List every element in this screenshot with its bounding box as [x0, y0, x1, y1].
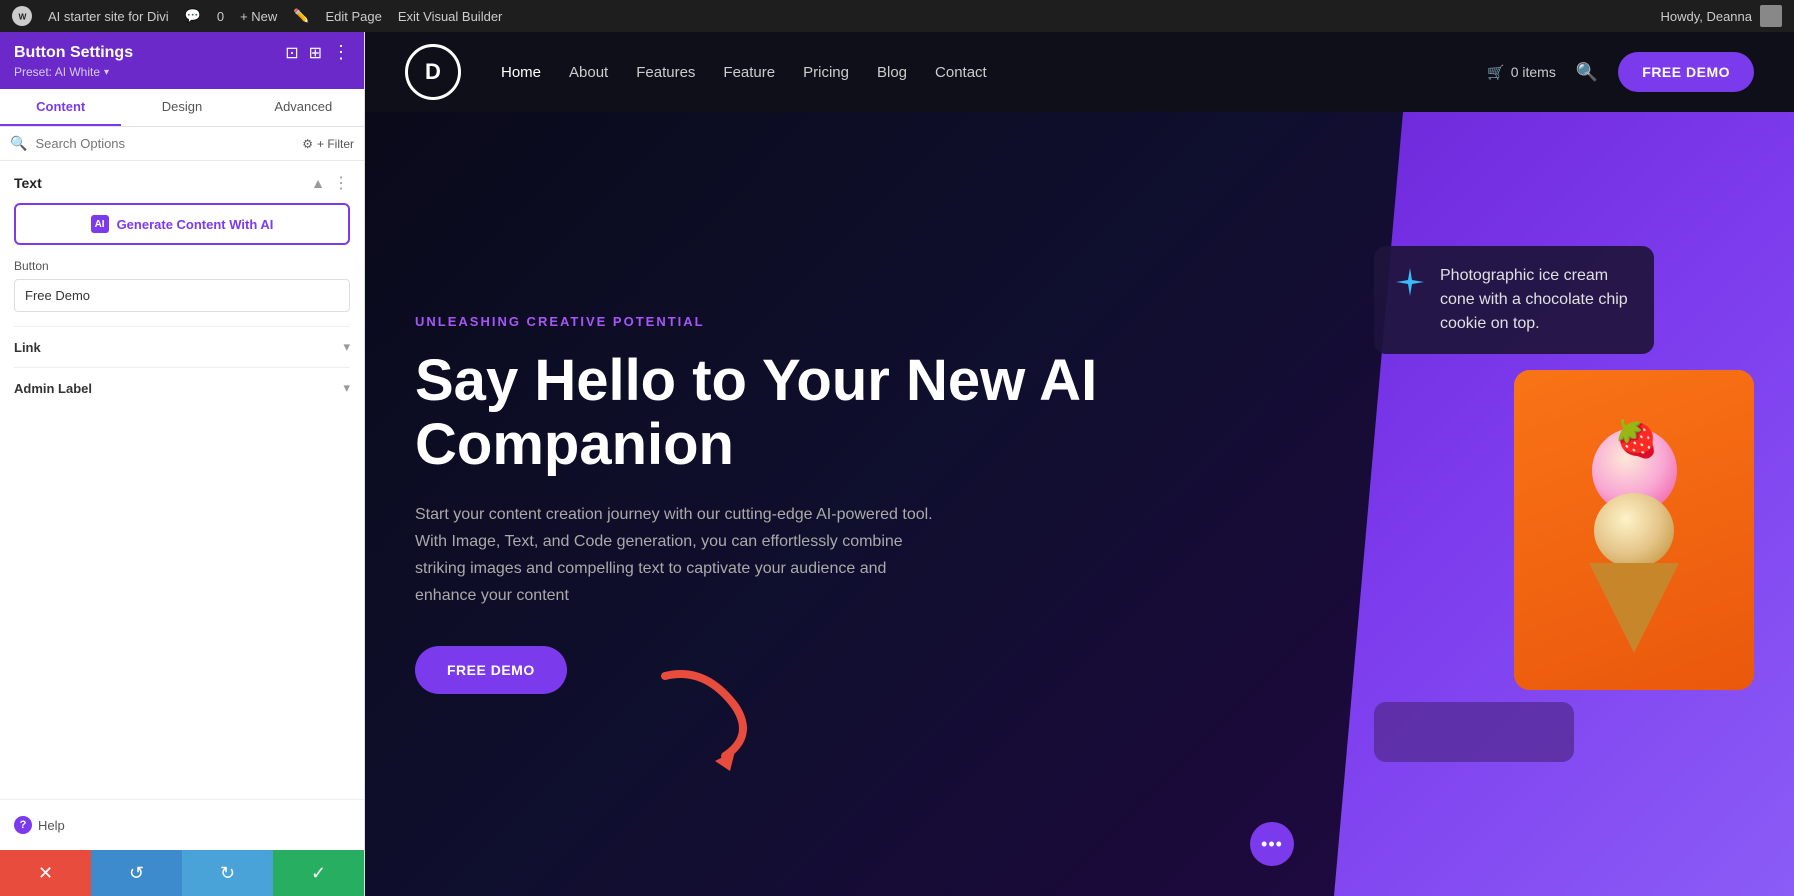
- hero-tagline: UNLEASHING CREATIVE POTENTIAL: [415, 314, 1284, 329]
- tab-content[interactable]: Content: [0, 89, 121, 126]
- layout-icon[interactable]: ⊞: [309, 43, 322, 63]
- hero-description: Start your content creation journey with…: [415, 501, 935, 610]
- nav-links: Home About Features Feature Pricing Blog…: [501, 64, 1487, 81]
- help-section: ? Help: [0, 799, 364, 850]
- nav-contact[interactable]: Contact: [935, 64, 987, 81]
- more-options-icon[interactable]: ⋮: [332, 42, 350, 63]
- cart-button[interactable]: 🛒 0 items: [1487, 64, 1556, 81]
- sidebar-content: Text ▲ ⋮ AI Generate Content With AI But…: [0, 161, 364, 799]
- nav-pricing[interactable]: Pricing: [803, 64, 849, 81]
- search-icon[interactable]: 🔍: [1576, 62, 1598, 83]
- floating-menu-button[interactable]: •••: [1250, 822, 1294, 866]
- button-field-group: Button: [14, 259, 350, 326]
- preset-selector[interactable]: Preset: AI White ▾: [14, 65, 350, 79]
- content-area: D Home About Features Feature Pricing Bl…: [365, 32, 1794, 896]
- ai-icon: AI: [91, 215, 109, 233]
- help-label[interactable]: Help: [38, 818, 65, 833]
- dots-icon: •••: [1261, 834, 1283, 855]
- tab-advanced[interactable]: Advanced: [243, 89, 364, 126]
- site-name[interactable]: AI starter site for Divi: [48, 9, 169, 24]
- site-logo[interactable]: D: [405, 44, 461, 100]
- text-section-title: Text: [14, 175, 42, 191]
- edit-page-icon: ✏️: [293, 8, 309, 24]
- preset-chevron-icon: ▾: [104, 67, 109, 78]
- sidebar-header: Button Settings ⊡ ⊞ ⋮ Preset: AI White ▾: [0, 32, 364, 89]
- comment-count[interactable]: 0: [217, 9, 224, 24]
- comment-icon: 💬: [185, 8, 201, 24]
- user-avatar: [1760, 5, 1782, 27]
- sidebar-title: Button Settings: [14, 44, 133, 62]
- cancel-icon: ✕: [38, 863, 53, 884]
- wp-logo-icon[interactable]: W: [12, 6, 32, 26]
- filter-button[interactable]: ⚙ + Filter: [302, 137, 354, 151]
- confirm-icon: ✓: [311, 863, 326, 884]
- text-section-collapse-icon[interactable]: ▲: [311, 175, 325, 191]
- link-section-chevron-icon: ▾: [343, 339, 350, 355]
- user-menu[interactable]: Howdy, Deanna: [1660, 5, 1782, 27]
- new-button[interactable]: + New: [240, 9, 277, 24]
- redo-icon: ↻: [220, 863, 235, 884]
- settings-tabs: Content Design Advanced: [0, 89, 364, 127]
- bottom-placeholder-card: [1374, 702, 1574, 762]
- search-icon: 🔍: [10, 135, 27, 152]
- ai-star-icon: [1394, 266, 1426, 305]
- text-section-options-icon[interactable]: ⋮: [333, 173, 350, 193]
- resize-icon[interactable]: ⊡: [285, 43, 298, 63]
- admin-label-section: Admin Label ▾: [14, 367, 350, 408]
- button-field-label: Button: [14, 259, 350, 273]
- admin-label-chevron-icon: ▾: [343, 380, 350, 396]
- edit-page-button[interactable]: Edit Page: [325, 9, 381, 24]
- hero-left: UNLEASHING CREATIVE POTENTIAL Say Hello …: [365, 112, 1334, 896]
- wp-admin-bar: W AI starter site for Divi 💬 0 + New ✏️ …: [0, 0, 1794, 32]
- arrow-decoration: [645, 656, 765, 776]
- header-icon-group: ⊡ ⊞ ⋮: [285, 42, 350, 63]
- preset-label: Preset: AI White: [14, 65, 100, 79]
- confirm-button[interactable]: ✓: [273, 850, 364, 896]
- nav-blog[interactable]: Blog: [877, 64, 907, 81]
- ice-cream-card: 🍓: [1514, 370, 1754, 690]
- cart-icon: 🛒: [1487, 64, 1504, 81]
- bottom-action-bar: ✕ ↺ ↻ ✓: [0, 850, 364, 896]
- help-icon: ?: [14, 816, 32, 834]
- site-navigation: D Home About Features Feature Pricing Bl…: [365, 32, 1794, 112]
- filter-icon: ⚙: [302, 137, 313, 151]
- search-input[interactable]: [35, 136, 294, 151]
- svg-text:W: W: [19, 12, 27, 22]
- search-area: 🔍 ⚙ + Filter: [0, 127, 364, 161]
- nav-home[interactable]: Home: [501, 64, 541, 81]
- nav-about[interactable]: About: [569, 64, 608, 81]
- cart-count: 0 items: [1511, 64, 1556, 80]
- undo-button[interactable]: ↺: [91, 850, 182, 896]
- link-section-header[interactable]: Link ▾: [14, 339, 350, 355]
- hero-title: Say Hello to Your New AI Companion: [415, 349, 1284, 477]
- redo-button[interactable]: ↻: [182, 850, 273, 896]
- link-section: Link ▾: [14, 326, 350, 367]
- nav-feature[interactable]: Feature: [723, 64, 775, 81]
- hero-right: Photographic ice cream cone with a choco…: [1334, 112, 1794, 896]
- ai-tooltip-text: Photographic ice cream cone with a choco…: [1440, 264, 1634, 336]
- howdy-label: Howdy, Deanna: [1660, 9, 1752, 24]
- text-section-header: Text ▲ ⋮: [14, 173, 350, 193]
- hero-section: UNLEASHING CREATIVE POTENTIAL Say Hello …: [365, 112, 1794, 896]
- tab-design[interactable]: Design: [121, 89, 242, 126]
- strawberry-icon: 🍓: [1614, 418, 1659, 460]
- hero-card: Photographic ice cream cone with a choco…: [1354, 226, 1774, 782]
- link-section-title: Link: [14, 340, 41, 355]
- nav-right: 🛒 0 items 🔍 FREE DEMO: [1487, 52, 1754, 92]
- hero-cta-button[interactable]: FREE DEMO: [415, 646, 567, 694]
- settings-sidebar: Button Settings ⊡ ⊞ ⋮ Preset: AI White ▾…: [0, 32, 365, 896]
- undo-icon: ↺: [129, 863, 144, 884]
- ai-tooltip: Photographic ice cream cone with a choco…: [1374, 246, 1654, 354]
- generate-ai-button[interactable]: AI Generate Content With AI: [14, 203, 350, 245]
- cancel-button[interactable]: ✕: [0, 850, 91, 896]
- admin-label-header[interactable]: Admin Label ▾: [14, 380, 350, 396]
- admin-label-title: Admin Label: [14, 381, 92, 396]
- button-text-input[interactable]: [14, 279, 350, 312]
- nav-features[interactable]: Features: [636, 64, 695, 81]
- free-demo-nav-button[interactable]: FREE DEMO: [1618, 52, 1754, 92]
- exit-builder-button[interactable]: Exit Visual Builder: [398, 9, 503, 24]
